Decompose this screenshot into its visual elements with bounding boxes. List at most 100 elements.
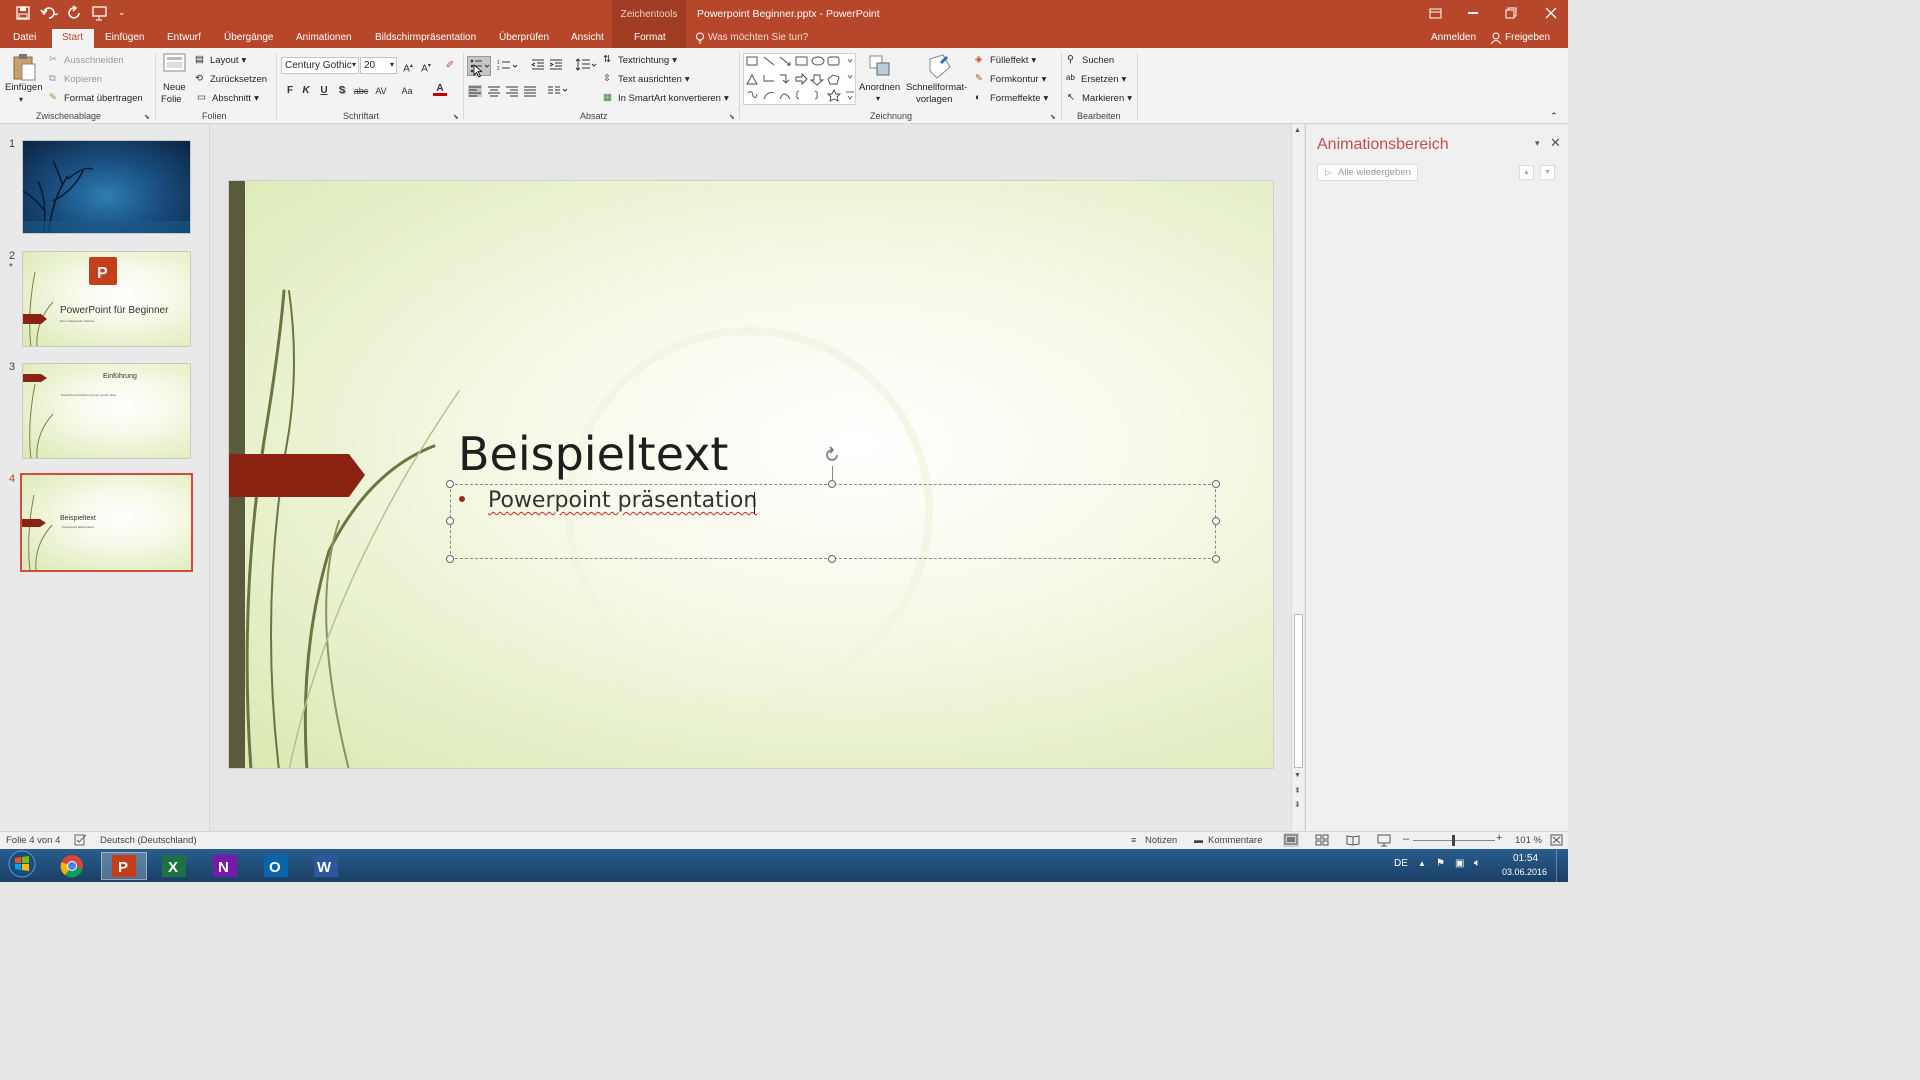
arrange-button[interactable]: Anordnen bbox=[859, 82, 900, 93]
find-button[interactable]: ⚲ Suchen bbox=[1067, 54, 1114, 66]
replace-button[interactable]: ab Ersetzen ▾ bbox=[1066, 73, 1126, 85]
resize-handle[interactable] bbox=[446, 555, 454, 563]
slide-sorter-icon[interactable] bbox=[1314, 833, 1330, 847]
resize-handle[interactable] bbox=[446, 517, 454, 525]
word-icon[interactable]: W bbox=[306, 852, 346, 880]
character-spacing-button[interactable]: AV bbox=[371, 84, 391, 98]
chrome-icon[interactable] bbox=[52, 852, 92, 880]
play-all-button[interactable]: ▷ Alle wiedergeben bbox=[1317, 164, 1418, 181]
text-placeholder[interactable]: Powerpoint präsentation bbox=[450, 484, 1216, 559]
increase-indent-icon[interactable] bbox=[549, 58, 563, 72]
start-presentation-icon[interactable] bbox=[92, 5, 108, 21]
paste-dropdown-icon[interactable]: ▾ bbox=[19, 95, 23, 104]
numbering-icon[interactable]: 12 bbox=[496, 58, 520, 74]
increase-font-size-icon[interactable]: A▴ bbox=[401, 59, 415, 74]
align-left-icon[interactable] bbox=[468, 85, 482, 97]
layout-button[interactable]: ▤ Layout ▾ bbox=[195, 54, 246, 66]
select-button[interactable]: ↖ Markieren ▾ bbox=[1067, 92, 1132, 104]
shape-outline-button[interactable]: ✎ Formkontur ▾ bbox=[975, 73, 1046, 85]
tell-me-input[interactable]: Was möchten Sie tun? bbox=[708, 32, 808, 43]
move-up-icon[interactable]: ▲ bbox=[1519, 165, 1534, 180]
align-right-icon[interactable] bbox=[505, 85, 519, 97]
slide-thumbnail-3[interactable]: Einführung PowerPoint Einführung lorem i… bbox=[22, 363, 191, 459]
font-family-select[interactable]: Century Gothic ▾ bbox=[281, 57, 359, 74]
ribbon-display-icon[interactable] bbox=[1429, 7, 1443, 21]
signin-link[interactable]: Anmelden bbox=[1431, 32, 1476, 43]
outlook-icon[interactable]: O bbox=[256, 852, 296, 880]
slide-canvas[interactable]: Beispieltext Powerpoint präsentation bbox=[228, 180, 1274, 769]
vertical-scrollbar[interactable]: ▲ ▼ ⇞ ⇟ bbox=[1291, 124, 1304, 831]
reading-view-icon[interactable] bbox=[1345, 833, 1361, 847]
quick-styles-icon[interactable] bbox=[927, 53, 953, 81]
tab-ansicht[interactable]: Ansicht bbox=[571, 32, 604, 43]
scroll-down-icon[interactable]: ▼ bbox=[1294, 772, 1301, 779]
scroll-up-icon[interactable]: ▲ bbox=[1294, 127, 1301, 134]
show-desktop-button[interactable] bbox=[1556, 849, 1568, 882]
section-button[interactable]: ▭ Abschnitt ▾ bbox=[197, 92, 259, 104]
arrange-icon[interactable] bbox=[868, 54, 894, 80]
close-pane-icon[interactable]: ✕ bbox=[1550, 135, 1561, 151]
excel-icon[interactable]: X bbox=[154, 852, 194, 880]
text-direction-button[interactable]: ⇅ Textrichtung ▾ bbox=[603, 54, 677, 66]
cut-button[interactable]: ✂ Ausschneiden bbox=[49, 54, 124, 66]
italic-button[interactable]: K bbox=[299, 84, 313, 98]
line-spacing-icon[interactable] bbox=[575, 58, 597, 72]
tab-entwurf[interactable]: Entwurf bbox=[167, 32, 201, 43]
chevron-down-icon[interactable]: ▾ bbox=[876, 94, 880, 103]
zoom-slider-thumb[interactable] bbox=[1452, 835, 1455, 846]
save-icon[interactable] bbox=[16, 6, 30, 20]
close-icon[interactable] bbox=[1544, 6, 1558, 20]
flag-icon[interactable]: ⚑ bbox=[1436, 858, 1445, 869]
tab-animationen[interactable]: Animationen bbox=[296, 32, 352, 43]
tab-ueberpruefen[interactable]: Überprüfen bbox=[499, 32, 549, 43]
dialog-launcher-icon[interactable]: ⬊ bbox=[729, 113, 735, 121]
clock-time[interactable]: 01:54 bbox=[1513, 853, 1538, 864]
previous-slide-icon[interactable]: ⇞ bbox=[1294, 786, 1301, 795]
tab-einfuegen[interactable]: Einfügen bbox=[105, 32, 144, 43]
resize-handle[interactable] bbox=[828, 555, 836, 563]
tab-bildschirmpraesentation[interactable]: Bildschirmpräsentation bbox=[375, 32, 476, 43]
tab-datei[interactable]: Datei bbox=[13, 32, 36, 43]
spellcheck-icon[interactable] bbox=[74, 834, 88, 846]
shapes-gallery[interactable] bbox=[743, 53, 856, 105]
resize-handle[interactable] bbox=[828, 480, 836, 488]
underline-button[interactable]: U bbox=[317, 84, 331, 98]
shape-effects-button[interactable]: ◐ Formeffekte ▾ bbox=[975, 92, 1048, 104]
notes-button[interactable]: Notizen bbox=[1145, 835, 1177, 846]
rotate-handle-icon[interactable] bbox=[823, 446, 841, 464]
font-color-button[interactable]: A bbox=[433, 82, 447, 96]
tab-format[interactable]: Format bbox=[634, 32, 666, 43]
new-slide-label-1[interactable]: Neue bbox=[163, 82, 186, 93]
paste-icon[interactable] bbox=[11, 53, 37, 83]
pane-options-icon[interactable]: ▾ bbox=[1535, 138, 1540, 149]
new-slide-label-2[interactable]: Folie bbox=[161, 94, 182, 105]
dialog-launcher-icon[interactable]: ⬊ bbox=[144, 113, 150, 121]
resize-handle[interactable] bbox=[1212, 517, 1220, 525]
decrease-indent-icon[interactable] bbox=[530, 58, 545, 72]
quick-styles-label-2[interactable]: vorlagen bbox=[916, 94, 952, 105]
clear-formatting-icon[interactable]: ✐ bbox=[443, 59, 457, 73]
move-down-icon[interactable]: ▼ bbox=[1540, 165, 1555, 180]
decrease-font-size-icon[interactable]: A▾ bbox=[419, 59, 433, 74]
resize-handle[interactable] bbox=[446, 480, 454, 488]
align-center-icon[interactable] bbox=[487, 85, 501, 97]
slide-thumbnail-1[interactable] bbox=[22, 140, 191, 234]
tab-uebergaenge[interactable]: Übergänge bbox=[224, 32, 273, 43]
dialog-launcher-icon[interactable]: ⬊ bbox=[1050, 113, 1056, 121]
powerpoint-icon[interactable]: P bbox=[101, 852, 147, 880]
bold-button[interactable]: F bbox=[283, 84, 297, 98]
font-size-select[interactable]: 20 ▾ bbox=[360, 57, 397, 74]
format-painter-button[interactable]: ✎ Format übertragen bbox=[49, 92, 143, 104]
paste-button[interactable]: Einfügen bbox=[5, 82, 43, 93]
tab-start[interactable]: Start bbox=[62, 32, 83, 43]
share-button[interactable]: Freigeben bbox=[1505, 32, 1550, 43]
language-indicator[interactable]: Deutsch (Deutschland) bbox=[100, 835, 197, 846]
slide-title[interactable]: Beispieltext bbox=[458, 427, 728, 481]
resize-handle[interactable] bbox=[1212, 480, 1220, 488]
shape-fill-button[interactable]: ◈ Fülleffekt ▾ bbox=[975, 54, 1036, 66]
dialog-launcher-icon[interactable]: ⬊ bbox=[453, 113, 459, 121]
redo-icon[interactable] bbox=[67, 5, 83, 21]
copy-button[interactable]: ⧉ Kopieren bbox=[49, 73, 102, 85]
restore-icon[interactable] bbox=[1505, 7, 1518, 20]
onenote-icon[interactable]: N bbox=[205, 852, 245, 880]
